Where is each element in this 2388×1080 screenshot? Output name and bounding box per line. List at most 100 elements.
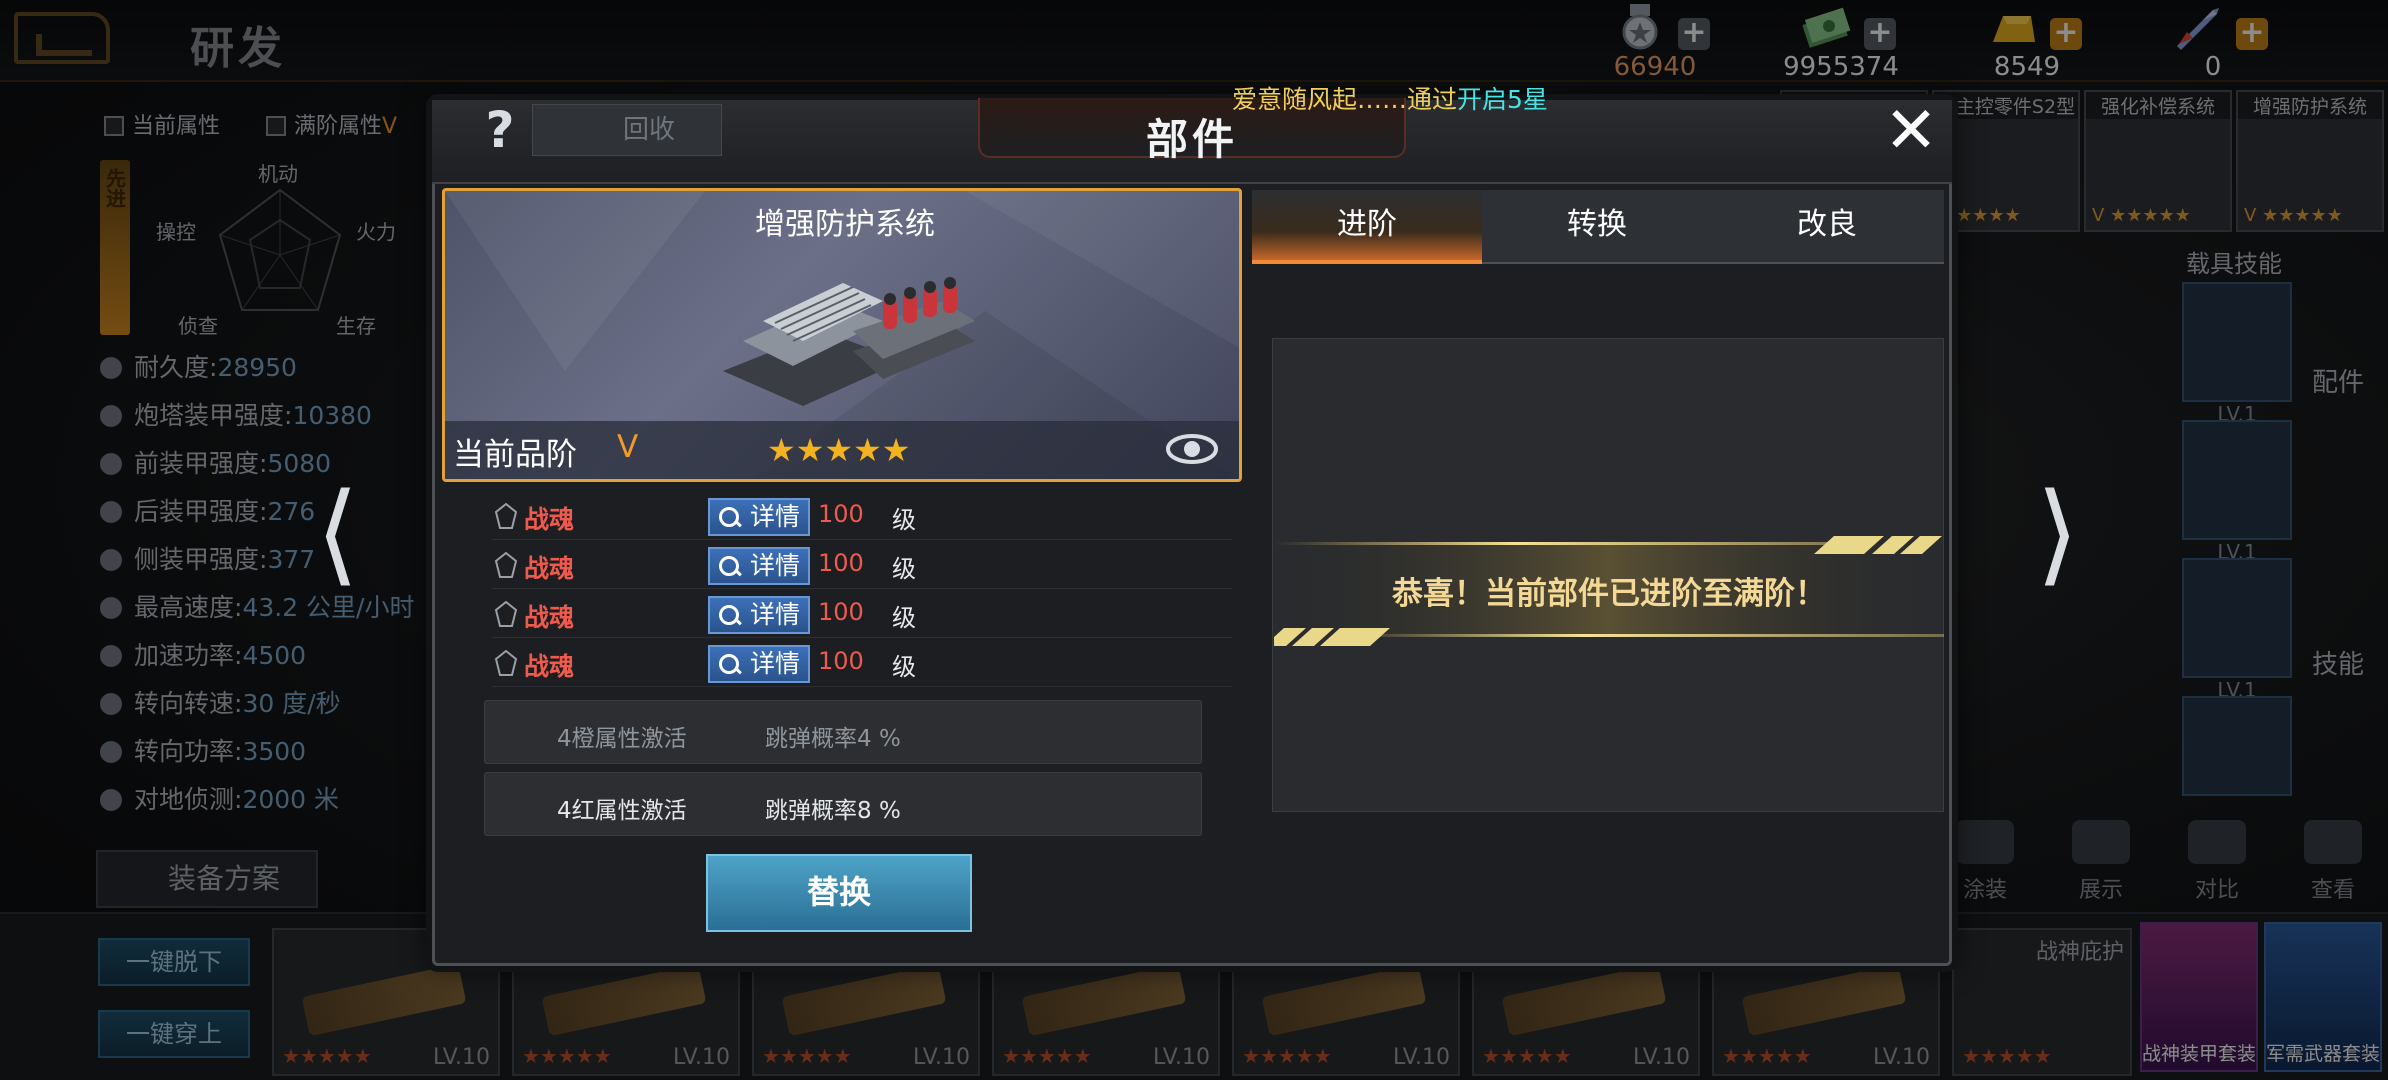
cash-count: 9955374 bbox=[1783, 52, 1899, 82]
soul-icon bbox=[494, 502, 518, 529]
detail-button[interactable]: 详情 bbox=[708, 498, 810, 536]
eye-icon[interactable] bbox=[1165, 431, 1219, 467]
stat-value: 10380 bbox=[292, 401, 372, 430]
part-slot[interactable]: 增强防护系统 V ★★★★★ bbox=[2236, 90, 2384, 232]
detail-button[interactable]: 详情 bbox=[708, 645, 810, 683]
detail-button[interactable]: 详情 bbox=[708, 547, 810, 585]
add-cash-button[interactable]: + bbox=[1864, 18, 1896, 50]
tool-view[interactable]: 查看 bbox=[2278, 820, 2388, 920]
set-bonus-row: 4红属性激活 跳弹概率8 % bbox=[484, 772, 1202, 836]
stat-value: 30 度/秒 bbox=[242, 689, 341, 718]
tab-advance[interactable]: 进阶 bbox=[1252, 190, 1482, 264]
tab-improve[interactable]: 改良 bbox=[1712, 190, 1942, 264]
tab-convert[interactable]: 转换 bbox=[1482, 190, 1712, 264]
equipment-level: LV.10 bbox=[1872, 1045, 1930, 1070]
suit-military[interactable]: 军需武器套装 bbox=[2264, 922, 2382, 1072]
stat-value: 3500 bbox=[242, 737, 307, 766]
equip-plan-button[interactable]: 装备方案 bbox=[96, 850, 318, 908]
grade-bar: 当前品阶 V ★★★★★ bbox=[445, 421, 1239, 479]
gold-count: 8549 bbox=[1993, 52, 2061, 82]
currency-cash: + 9955374 bbox=[1746, 4, 1936, 82]
detail-button[interactable]: 详情 bbox=[708, 596, 810, 634]
tool-compare[interactable]: 对比 bbox=[2162, 820, 2272, 920]
radar-label-survival: 生存 bbox=[336, 314, 376, 338]
tool-display[interactable]: 展示 bbox=[2046, 820, 2156, 920]
stat-value: 2000 米 bbox=[242, 785, 340, 814]
soul-level-unit: 级 bbox=[892, 604, 916, 632]
armor-icon bbox=[100, 501, 122, 523]
stat-row: 转向转速:30 度/秒 bbox=[100, 684, 341, 720]
part-slot-stars: V ★★★★★ bbox=[2244, 205, 2343, 226]
soul-name: 战魂 bbox=[524, 554, 575, 583]
compare-icon bbox=[2188, 820, 2246, 864]
part-slot-stars-text: ★★★★★ bbox=[2262, 205, 2343, 226]
suit-war-god[interactable]: 战神装甲套装 bbox=[2140, 922, 2258, 1072]
stat-label: 最高速度: bbox=[134, 593, 243, 622]
equipment-card[interactable]: 战神庇护 ★★★★★ bbox=[1952, 928, 2132, 1076]
radar-label-firepower: 火力 bbox=[356, 220, 396, 244]
equipment-image bbox=[541, 963, 707, 1037]
equipment-level: LV.10 bbox=[672, 1045, 730, 1070]
stat-row: 后装甲强度:276 bbox=[100, 492, 315, 528]
radar-chart bbox=[218, 188, 342, 311]
grade-value: V bbox=[617, 429, 639, 465]
soul-level-unit: 级 bbox=[892, 653, 916, 681]
soul-name: 战魂 bbox=[524, 505, 575, 534]
skill-slot[interactable]: LV.1 bbox=[2182, 420, 2292, 564]
grade-stars: ★★★★★ bbox=[767, 431, 911, 469]
part-slot-grade: V bbox=[2244, 205, 2257, 226]
tool-label: 查看 bbox=[2310, 878, 2355, 903]
part-slot[interactable]: 强主控零件S2型 ★★★★★ bbox=[1932, 90, 2080, 232]
unequip-all-button[interactable]: 一键脱下 bbox=[98, 938, 250, 986]
tool-label: 展示 bbox=[2078, 878, 2123, 903]
armor-part-image bbox=[723, 277, 975, 406]
armor-icon bbox=[100, 405, 122, 427]
side-tab-parts[interactable]: 配件 bbox=[2312, 362, 2364, 399]
set-bonus-label: 4红属性激活 bbox=[557, 798, 687, 824]
checkbox-max-attr[interactable]: 满阶属性V bbox=[266, 108, 397, 140]
part-slot-name: 强主控零件S2型 bbox=[1934, 92, 2078, 119]
equipment-stars: ★★★★★ bbox=[282, 1044, 372, 1068]
skill-slot[interactable]: LV.1 bbox=[2182, 558, 2292, 702]
skill-slot[interactable]: LV.1 bbox=[2182, 282, 2292, 426]
equip-all-button[interactable]: 一键穿上 bbox=[98, 1010, 250, 1058]
stat-label: 加速功率: bbox=[134, 641, 243, 670]
equipment-card-label: 战神庇护 bbox=[2035, 940, 2124, 965]
max-level-message: 恭喜！当前部件已进阶至满阶！ bbox=[1392, 576, 1826, 612]
checkbox-current-label: 当前属性 bbox=[132, 114, 221, 139]
prev-part-arrow[interactable]: ⟨ bbox=[316, 478, 366, 598]
stat-label: 对地侦测: bbox=[134, 785, 243, 814]
replace-button[interactable]: 替换 bbox=[706, 854, 972, 932]
vehicle-skill-title: 载具技能 bbox=[2186, 250, 2282, 278]
add-rocket-button[interactable]: + bbox=[2236, 18, 2268, 50]
soul-icon bbox=[494, 551, 518, 578]
equipment-image bbox=[781, 963, 947, 1037]
game-screen: 研发 + 66940 + 9955374 + 8549 + 0 当前属性 满阶属… bbox=[0, 0, 2388, 1080]
soul-row: 战魂 详情 100 级 bbox=[492, 494, 1232, 540]
radar-label-scout: 侦查 bbox=[178, 314, 218, 338]
stat-row: 侧装甲强度:377 bbox=[100, 540, 315, 576]
equipment-stars: ★★★★★ bbox=[1722, 1044, 1812, 1068]
shield-icon bbox=[100, 357, 122, 379]
set-bonus-value: 跳弹概率8 % bbox=[765, 798, 901, 824]
add-gold-button[interactable]: + bbox=[2050, 18, 2082, 50]
part-slot-name: 强化补偿系统 bbox=[2086, 92, 2230, 119]
ticker-text: 爱意随风起……通过 bbox=[1232, 85, 1458, 114]
paint-icon bbox=[1956, 820, 2014, 864]
next-part-arrow[interactable]: ⟩ bbox=[2036, 478, 2086, 598]
back-icon[interactable] bbox=[14, 12, 110, 64]
skill-slot[interactable] bbox=[2182, 696, 2292, 796]
set-bonus-label: 4橙属性激活 bbox=[557, 726, 687, 752]
part-name: 增强防护系统 bbox=[755, 207, 935, 242]
stat-label: 前装甲强度: bbox=[134, 449, 268, 478]
soul-level: 100 bbox=[818, 647, 864, 675]
close-icon[interactable]: ✕ bbox=[1880, 99, 1942, 164]
part-slot[interactable]: 强化补偿系统 V ★★★★★ bbox=[2084, 90, 2232, 232]
radar-label-control: 操控 bbox=[156, 220, 196, 244]
soul-name: 战魂 bbox=[524, 652, 575, 681]
tool-label: 对比 bbox=[2194, 878, 2239, 903]
add-medal-button[interactable]: + bbox=[1678, 18, 1710, 50]
checkbox-current-attr[interactable]: 当前属性 bbox=[104, 108, 220, 140]
side-tab-skills[interactable]: 技能 bbox=[2312, 644, 2364, 681]
equipment-stars: ★★★★★ bbox=[522, 1044, 612, 1068]
